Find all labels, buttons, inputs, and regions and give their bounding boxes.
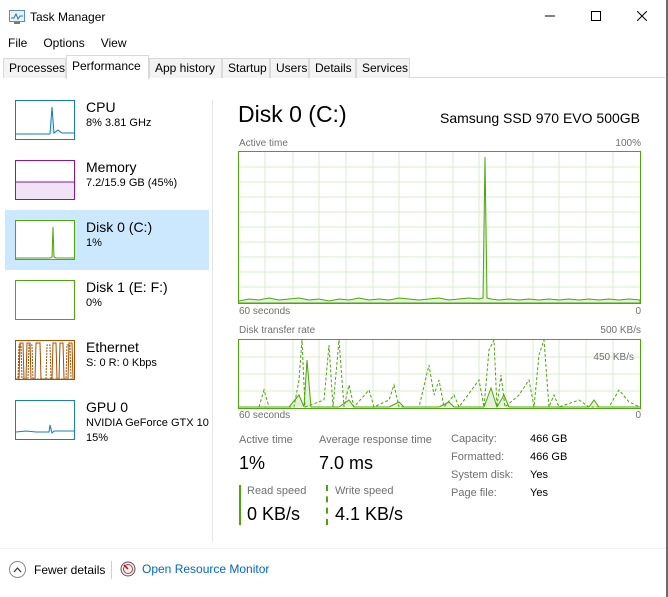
read-speed-value: 0 KB/s	[247, 504, 301, 524]
active-time-value: 1%	[239, 453, 266, 473]
open-resource-monitor-link[interactable]: Open Resource Monitor	[120, 561, 269, 577]
sidebar-label: CPU	[86, 99, 116, 115]
active-time-chart	[238, 151, 641, 304]
menu-bar: File Options View	[0, 34, 135, 54]
tab-startup[interactable]: Startup	[222, 58, 270, 78]
write-speed-label: Write speed	[335, 485, 394, 497]
title-bar: Task Manager	[0, 0, 668, 32]
sidebar-divider	[212, 100, 213, 542]
disk-1-thumbnail	[15, 280, 75, 320]
avg-response-value: 7.0 ms	[319, 453, 374, 473]
tab-details[interactable]: Details	[309, 58, 356, 78]
minimize-button[interactable]	[527, 0, 573, 32]
resource-monitor-icon	[120, 561, 136, 577]
transfer-inner-label: 450 KB/s	[593, 352, 634, 363]
sidebar-sublabel: 1%	[86, 237, 102, 249]
sidebar-item-disk-0[interactable]: Disk 0 (C:) 1%	[5, 210, 209, 270]
transfer-min: 0	[635, 410, 641, 421]
open-resource-monitor-label: Open Resource Monitor	[142, 562, 270, 576]
disk-0-thumbnail	[15, 220, 75, 260]
fewer-details-button[interactable]: Fewer details	[9, 561, 105, 578]
tab-strip: Processes Performance App history Startu…	[3, 55, 665, 79]
sidebar-item-gpu-0[interactable]: GPU 0 NVIDIA GeForce GTX 108 15%	[5, 390, 209, 450]
tab-services[interactable]: Services	[356, 58, 410, 78]
sidebar-label: GPU 0	[86, 399, 129, 415]
minimize-icon	[545, 15, 555, 17]
capacity-value: 466 GB	[530, 433, 568, 445]
read-speed-indicator	[239, 485, 241, 525]
read-speed-label: Read speed	[247, 485, 307, 497]
system-disk-value: Yes	[530, 469, 548, 481]
avg-response-label: Average response time	[319, 434, 432, 446]
active-time-x-label: 60 seconds	[239, 306, 291, 317]
gpu-thumbnail	[15, 400, 75, 440]
sidebar-sublabel: S: 0 R: 0 Kbps	[86, 357, 157, 369]
write-speed-indicator	[326, 485, 328, 525]
maximize-icon	[591, 11, 601, 21]
active-time-label: Active time	[239, 434, 293, 446]
sidebar-item-disk-1[interactable]: Disk 1 (E: F:) 0%	[5, 270, 209, 330]
sidebar-sublabel: NVIDIA GeForce GTX 108	[86, 417, 209, 429]
system-disk-label: System disk:	[451, 469, 514, 481]
transfer-rate-graph: 450 KB/s	[239, 338, 641, 409]
page-file-label: Page file:	[451, 487, 497, 499]
transfer-chart-max: 500 KB/s	[600, 325, 641, 336]
sidebar-sublabel: 0%	[86, 297, 102, 309]
fewer-details-label: Fewer details	[34, 562, 106, 577]
sidebar-label: Disk 0 (C:)	[86, 219, 153, 235]
footer-divider	[0, 548, 666, 549]
page-file-value: Yes	[530, 487, 548, 499]
sidebar-label: Disk 1 (E: F:)	[86, 279, 168, 295]
maximize-button[interactable]	[573, 0, 619, 32]
page-title: Disk 0 (C:)	[238, 101, 347, 127]
cpu-thumbnail	[15, 100, 75, 140]
tab-processes[interactable]: Processes	[3, 58, 66, 78]
formatted-value: 466 GB	[530, 451, 568, 463]
chevron-up-icon	[9, 561, 26, 578]
tab-performance[interactable]: Performance	[66, 55, 149, 79]
active-time-min: 0	[635, 306, 641, 317]
tab-app-history[interactable]: App history	[149, 58, 222, 78]
tab-users[interactable]: Users	[270, 58, 309, 78]
close-icon	[637, 11, 647, 21]
sidebar-label: Ethernet	[86, 339, 139, 355]
menu-view[interactable]: View	[93, 34, 135, 54]
footer-separator	[111, 561, 112, 579]
window-title: Task Manager	[30, 10, 106, 24]
sidebar-sublabel: 7.2/15.9 GB (45%)	[86, 177, 178, 189]
ethernet-thumbnail	[15, 340, 75, 380]
transfer-x-label: 60 seconds	[239, 410, 291, 421]
device-name: Samsung SSD 970 EVO 500GB	[440, 110, 640, 126]
active-time-chart-max: 100%	[615, 138, 641, 149]
formatted-label: Formatted:	[451, 451, 505, 463]
sidebar-sublabel: 8% 3.81 GHz	[86, 117, 152, 129]
menu-options[interactable]: Options	[35, 34, 92, 54]
sidebar-item-cpu[interactable]: CPU 8% 3.81 GHz	[5, 90, 209, 150]
sidebar-item-memory[interactable]: Memory 7.2/15.9 GB (45%)	[5, 150, 209, 210]
close-button[interactable]	[619, 0, 665, 32]
task-manager-icon	[9, 10, 25, 24]
active-time-graph	[238, 152, 641, 304]
menu-file[interactable]: File	[0, 34, 35, 54]
transfer-rate-chart: 450 KB/s	[238, 338, 641, 409]
active-time-chart-label: Active time	[239, 138, 288, 149]
sidebar-item-ethernet[interactable]: Ethernet S: 0 R: 0 Kbps	[5, 330, 209, 390]
capacity-label: Capacity:	[451, 433, 497, 445]
sidebar-label: Memory	[86, 159, 137, 175]
write-speed-value: 4.1 KB/s	[335, 504, 404, 524]
transfer-chart-label: Disk transfer rate	[239, 325, 316, 336]
sidebar-sublabel-2: 15%	[86, 432, 109, 444]
memory-thumbnail	[15, 160, 75, 200]
